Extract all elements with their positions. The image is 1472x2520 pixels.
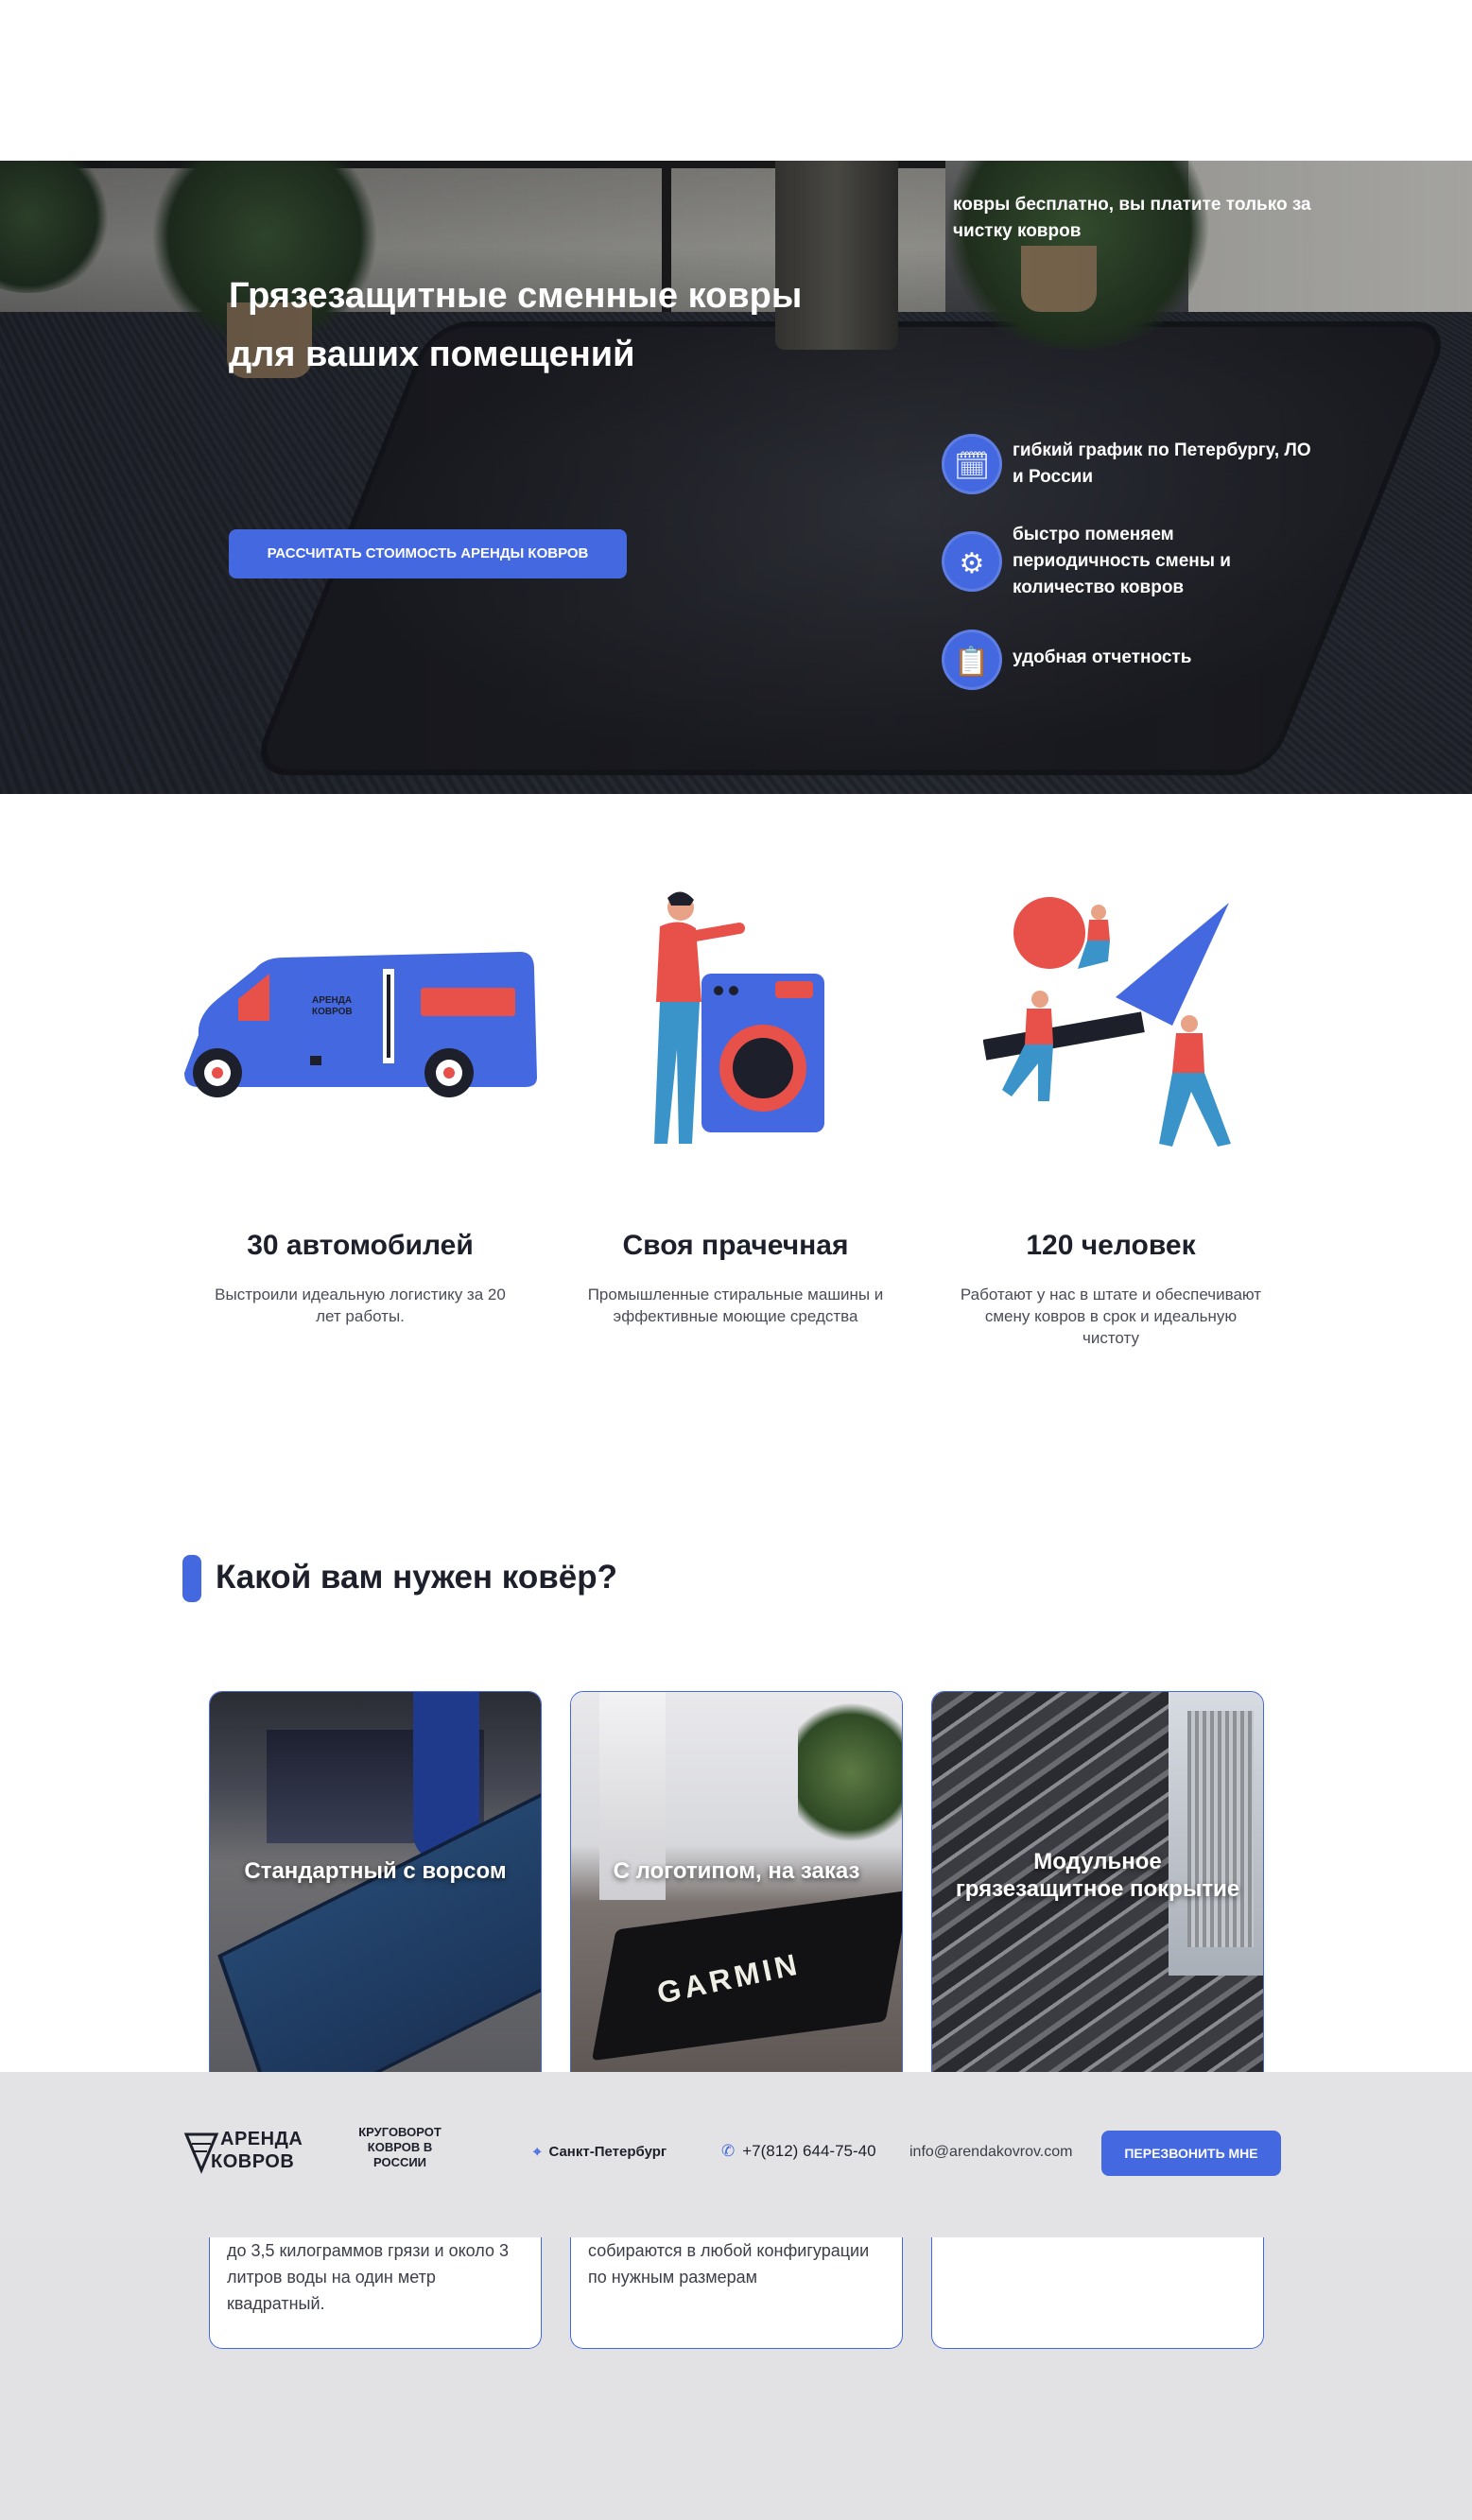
email-link[interactable]: info@arendakovrov.com: [909, 2144, 1072, 2161]
calculate-rent-button[interactable]: РАССЧИТАТЬ СТОИМОСТЬ АРЕНДЫ КОВРОВ: [229, 529, 627, 578]
card-caption: С логотипом, на заказ: [613, 1858, 860, 1884]
company-logo[interactable]: АРЕНДА КОВРОВ: [182, 2127, 324, 2178]
feature-text: удобная отчетность: [1013, 647, 1192, 667]
phone-link[interactable]: ✆ +7(812) 644-75-40: [721, 2142, 876, 2161]
secondary-logo: КРУГОВОРОТ КОВРОВ В РОССИИ: [358, 2125, 442, 2169]
teamwork-illustration: [983, 897, 1231, 1147]
stat-title: 120 человек: [1026, 1230, 1196, 1261]
stat-laundry: Своя прачечная Промышленные стиральные м…: [580, 1229, 892, 1327]
plant: [798, 1692, 902, 1853]
section-title: Какой вам нужен ковёр?: [216, 1559, 617, 1596]
hero-feature: 🗓 гибкий график по Петербургу, ЛО и Росс…: [942, 434, 1339, 496]
section-title-accent: [182, 1555, 201, 1602]
hero-title: Грязезащитные сменные ковры для ваших по…: [229, 276, 803, 374]
card-bottom: до 3,5 килограммов грязи и около 3 литро…: [209, 2237, 542, 2349]
window-grid: [1187, 1711, 1254, 1947]
hero-feature: 📋 удобная отчетность: [942, 630, 1339, 692]
stat-title: Своя прачечная: [622, 1230, 849, 1261]
phone-text: +7(812) 644-75-40: [742, 2142, 876, 2160]
hero-feature: ⚙ быстро поменяем периодичность смены и …: [942, 525, 1339, 597]
card-bottom: собираются в любой конфигурации по нужны…: [570, 2237, 903, 2349]
stat-text: Промышленные стиральные машины и эффекти…: [587, 1286, 884, 1325]
card-caption: Модульное грязезащитное покрытие: [955, 1849, 1240, 1902]
logo-text: КОВРОВ: [211, 2151, 295, 2172]
delivery-van-illustration: АРЕНДА КОВРОВ: [184, 952, 537, 1097]
schedule-icon: 🗓: [942, 434, 1002, 494]
feature-text: гибкий график по Петербургу, ЛО и России: [1013, 440, 1311, 487]
card-bottom: [931, 2237, 1264, 2349]
location-pin-icon: ⌖: [533, 2144, 542, 2160]
callback-button[interactable]: ПЕРЕЗВОНИТЬ МНЕ: [1101, 2131, 1281, 2176]
logo-text: АРЕНДА: [220, 2129, 303, 2149]
card-caption: Стандартный с ворсом: [244, 1858, 507, 1884]
stat-text: Работают у нас в штате и обеспечивают см…: [960, 1286, 1262, 1347]
stat-text: Выстроили идеальную логистику за 20 лет …: [215, 1286, 506, 1325]
van-logo-text: АРЕНДА: [312, 995, 352, 1006]
city-location: ⌖ Санкт-Петербург: [533, 2144, 667, 2160]
hero-intro-text: ковры бесплатно, вы платите только за чи…: [953, 195, 1311, 241]
settings-cycle-icon: ⚙: [942, 531, 1002, 592]
laundry-machine-illustration: [654, 891, 824, 1144]
feature-text: быстро поменяем периодичность смены и ко…: [1013, 525, 1231, 597]
card-description: собираются в любой конфигурации по нужны…: [588, 2241, 870, 2287]
report-clipboard-icon: 📋: [942, 630, 1002, 690]
phone-icon: ✆: [721, 2142, 736, 2160]
city-text: Санкт-Петербург: [548, 2144, 667, 2160]
van-logo-text: КОВРОВ: [312, 1007, 353, 1017]
stat-cars: 30 автомобилей Выстроили идеальную логис…: [204, 1229, 516, 1327]
stat-title: 30 автомобилей: [247, 1230, 474, 1261]
stat-people: 120 человек Работают у нас в штате и обе…: [955, 1229, 1267, 1349]
card-description: до 3,5 килограммов грязи и около 3 литро…: [227, 2241, 510, 2313]
